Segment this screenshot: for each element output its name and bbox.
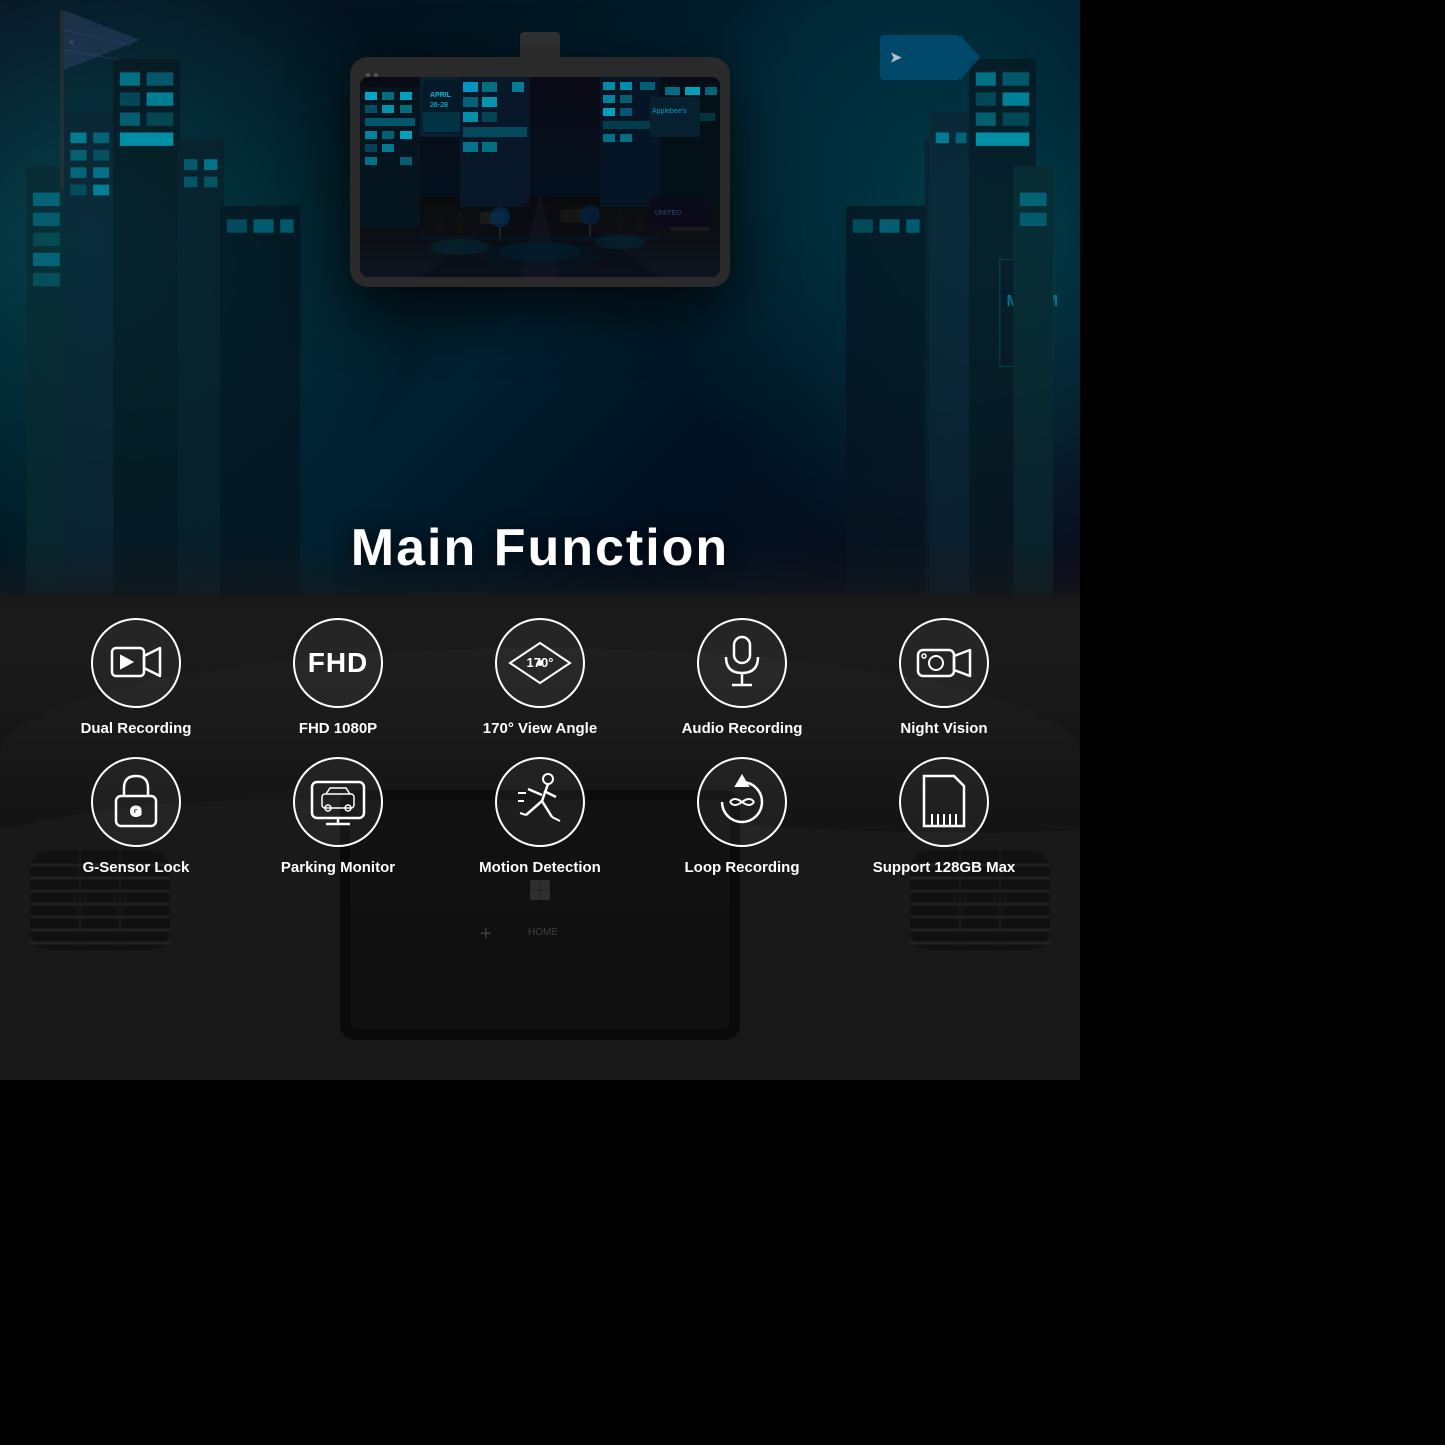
svg-text:➤: ➤ bbox=[890, 49, 902, 65]
svg-text:G: G bbox=[131, 803, 142, 819]
view-angle-label: 170° View Angle bbox=[483, 720, 597, 737]
loop-label: Loop Recording bbox=[685, 859, 800, 876]
dashcam-device: APRIL 26-28 bbox=[350, 32, 730, 287]
feature-fhd: FHD FHD 1080P bbox=[242, 618, 434, 737]
dual-recording-label: Dual Recording bbox=[81, 720, 192, 737]
sd-card-icon bbox=[918, 774, 970, 830]
loop-icon-wrap bbox=[697, 757, 787, 847]
feature-motion-detection: Motion Detection bbox=[444, 757, 636, 876]
video-camera-icon bbox=[110, 642, 162, 684]
storage-label: Support 128GB Max bbox=[873, 859, 1016, 876]
sign-decoration: ➤ bbox=[880, 30, 980, 90]
svg-text:★: ★ bbox=[68, 38, 75, 47]
night-vision-icon-wrap bbox=[899, 618, 989, 708]
feature-night-vision: Night Vision bbox=[848, 618, 1040, 737]
parking-label: Parking Monitor bbox=[281, 859, 395, 876]
angle-icon: 170° bbox=[505, 638, 575, 688]
audio-recording-label: Audio Recording bbox=[682, 720, 803, 737]
motion-label: Motion Detection bbox=[479, 859, 601, 876]
feature-storage: Support 128GB Max bbox=[848, 757, 1040, 876]
main-section: Main Function Dual Recording FH bbox=[0, 518, 1080, 876]
g-sensor-icon-wrap: G bbox=[91, 757, 181, 847]
fhd-icon-wrap: FHD bbox=[293, 618, 383, 708]
svg-text:26-28: 26-28 bbox=[430, 102, 448, 109]
svg-text:HOME: HOME bbox=[528, 927, 558, 938]
main-title: Main Function bbox=[351, 518, 729, 578]
fhd-display-text: FHD bbox=[308, 647, 369, 679]
feature-dual-recording: Dual Recording bbox=[40, 618, 232, 737]
svg-text:Applebee's: Applebee's bbox=[652, 108, 687, 115]
feature-view-angle: 170° 170° View Angle bbox=[444, 618, 636, 737]
g-sensor-label: G-Sensor Lock bbox=[83, 859, 190, 876]
angle-icon-wrap: 170° bbox=[495, 618, 585, 708]
svg-text:170°: 170° bbox=[527, 655, 554, 670]
motion-icon-wrap bbox=[495, 757, 585, 847]
feature-audio-recording: Audio Recording bbox=[646, 618, 838, 737]
feature-g-sensor: G G-Sensor Lock bbox=[40, 757, 232, 876]
screen-content-svg: APRIL 26-28 bbox=[360, 77, 720, 277]
device-screen: APRIL 26-28 bbox=[360, 77, 720, 277]
feature-parking-monitor: Parking Monitor bbox=[242, 757, 434, 876]
svg-text:APRIL: APRIL bbox=[430, 92, 452, 99]
fhd-label: FHD 1080P bbox=[299, 720, 377, 737]
svg-text:UNITED: UNITED bbox=[655, 210, 681, 217]
microphone-icon bbox=[722, 635, 762, 691]
audio-recording-icon-wrap bbox=[697, 618, 787, 708]
running-person-icon bbox=[516, 773, 564, 831]
storage-icon-wrap bbox=[899, 757, 989, 847]
parking-icon-wrap bbox=[293, 757, 383, 847]
night-vision-label: Night Vision bbox=[900, 720, 987, 737]
device-body: APRIL 26-28 bbox=[350, 57, 730, 287]
night-camera-icon bbox=[916, 642, 972, 684]
features-row-2: G G-Sensor Lock bbox=[40, 757, 1040, 876]
lock-icon: G bbox=[110, 774, 162, 830]
svg-text:+: + bbox=[480, 923, 492, 945]
features-grid: Dual Recording FHD FHD 1080P bbox=[0, 618, 1080, 876]
features-row-1: Dual Recording FHD FHD 1080P bbox=[40, 618, 1040, 737]
loop-icon bbox=[714, 774, 770, 830]
feature-loop-recording: Loop Recording bbox=[646, 757, 838, 876]
device-mount bbox=[520, 32, 560, 57]
dual-recording-icon-wrap bbox=[91, 618, 181, 708]
flag-decoration: ★ bbox=[50, 10, 170, 210]
screen-icon bbox=[308, 778, 368, 826]
